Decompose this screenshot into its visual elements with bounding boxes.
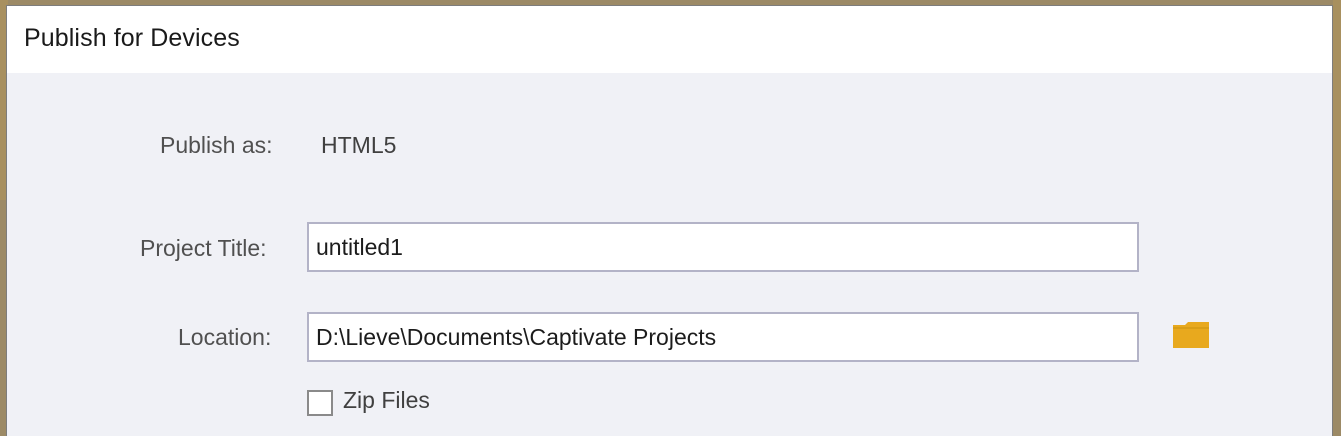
- publish-as-value: HTML5: [321, 132, 397, 158]
- project-title-input[interactable]: untitled1: [307, 222, 1139, 272]
- browse-folder-button[interactable]: [1171, 319, 1211, 351]
- dialog-title: Publish for Devices: [24, 24, 240, 52]
- dialog-titlebar: Publish for Devices: [7, 6, 1332, 73]
- location-input[interactable]: D:\Lieve\Documents\Captivate Projects: [307, 312, 1139, 362]
- background-app-edge-right: [1333, 0, 1341, 200]
- folder-icon: [1173, 322, 1209, 348]
- zip-files-label[interactable]: Zip Files: [343, 387, 430, 414]
- project-title-label: Project Title:: [140, 235, 267, 261]
- location-label: Location:: [178, 324, 272, 350]
- publish-as-label: Publish as:: [160, 132, 273, 158]
- zip-files-checkbox[interactable]: [307, 390, 333, 416]
- publish-for-devices-dialog: Publish for Devices Publish as: HTML5 Pr…: [6, 5, 1333, 436]
